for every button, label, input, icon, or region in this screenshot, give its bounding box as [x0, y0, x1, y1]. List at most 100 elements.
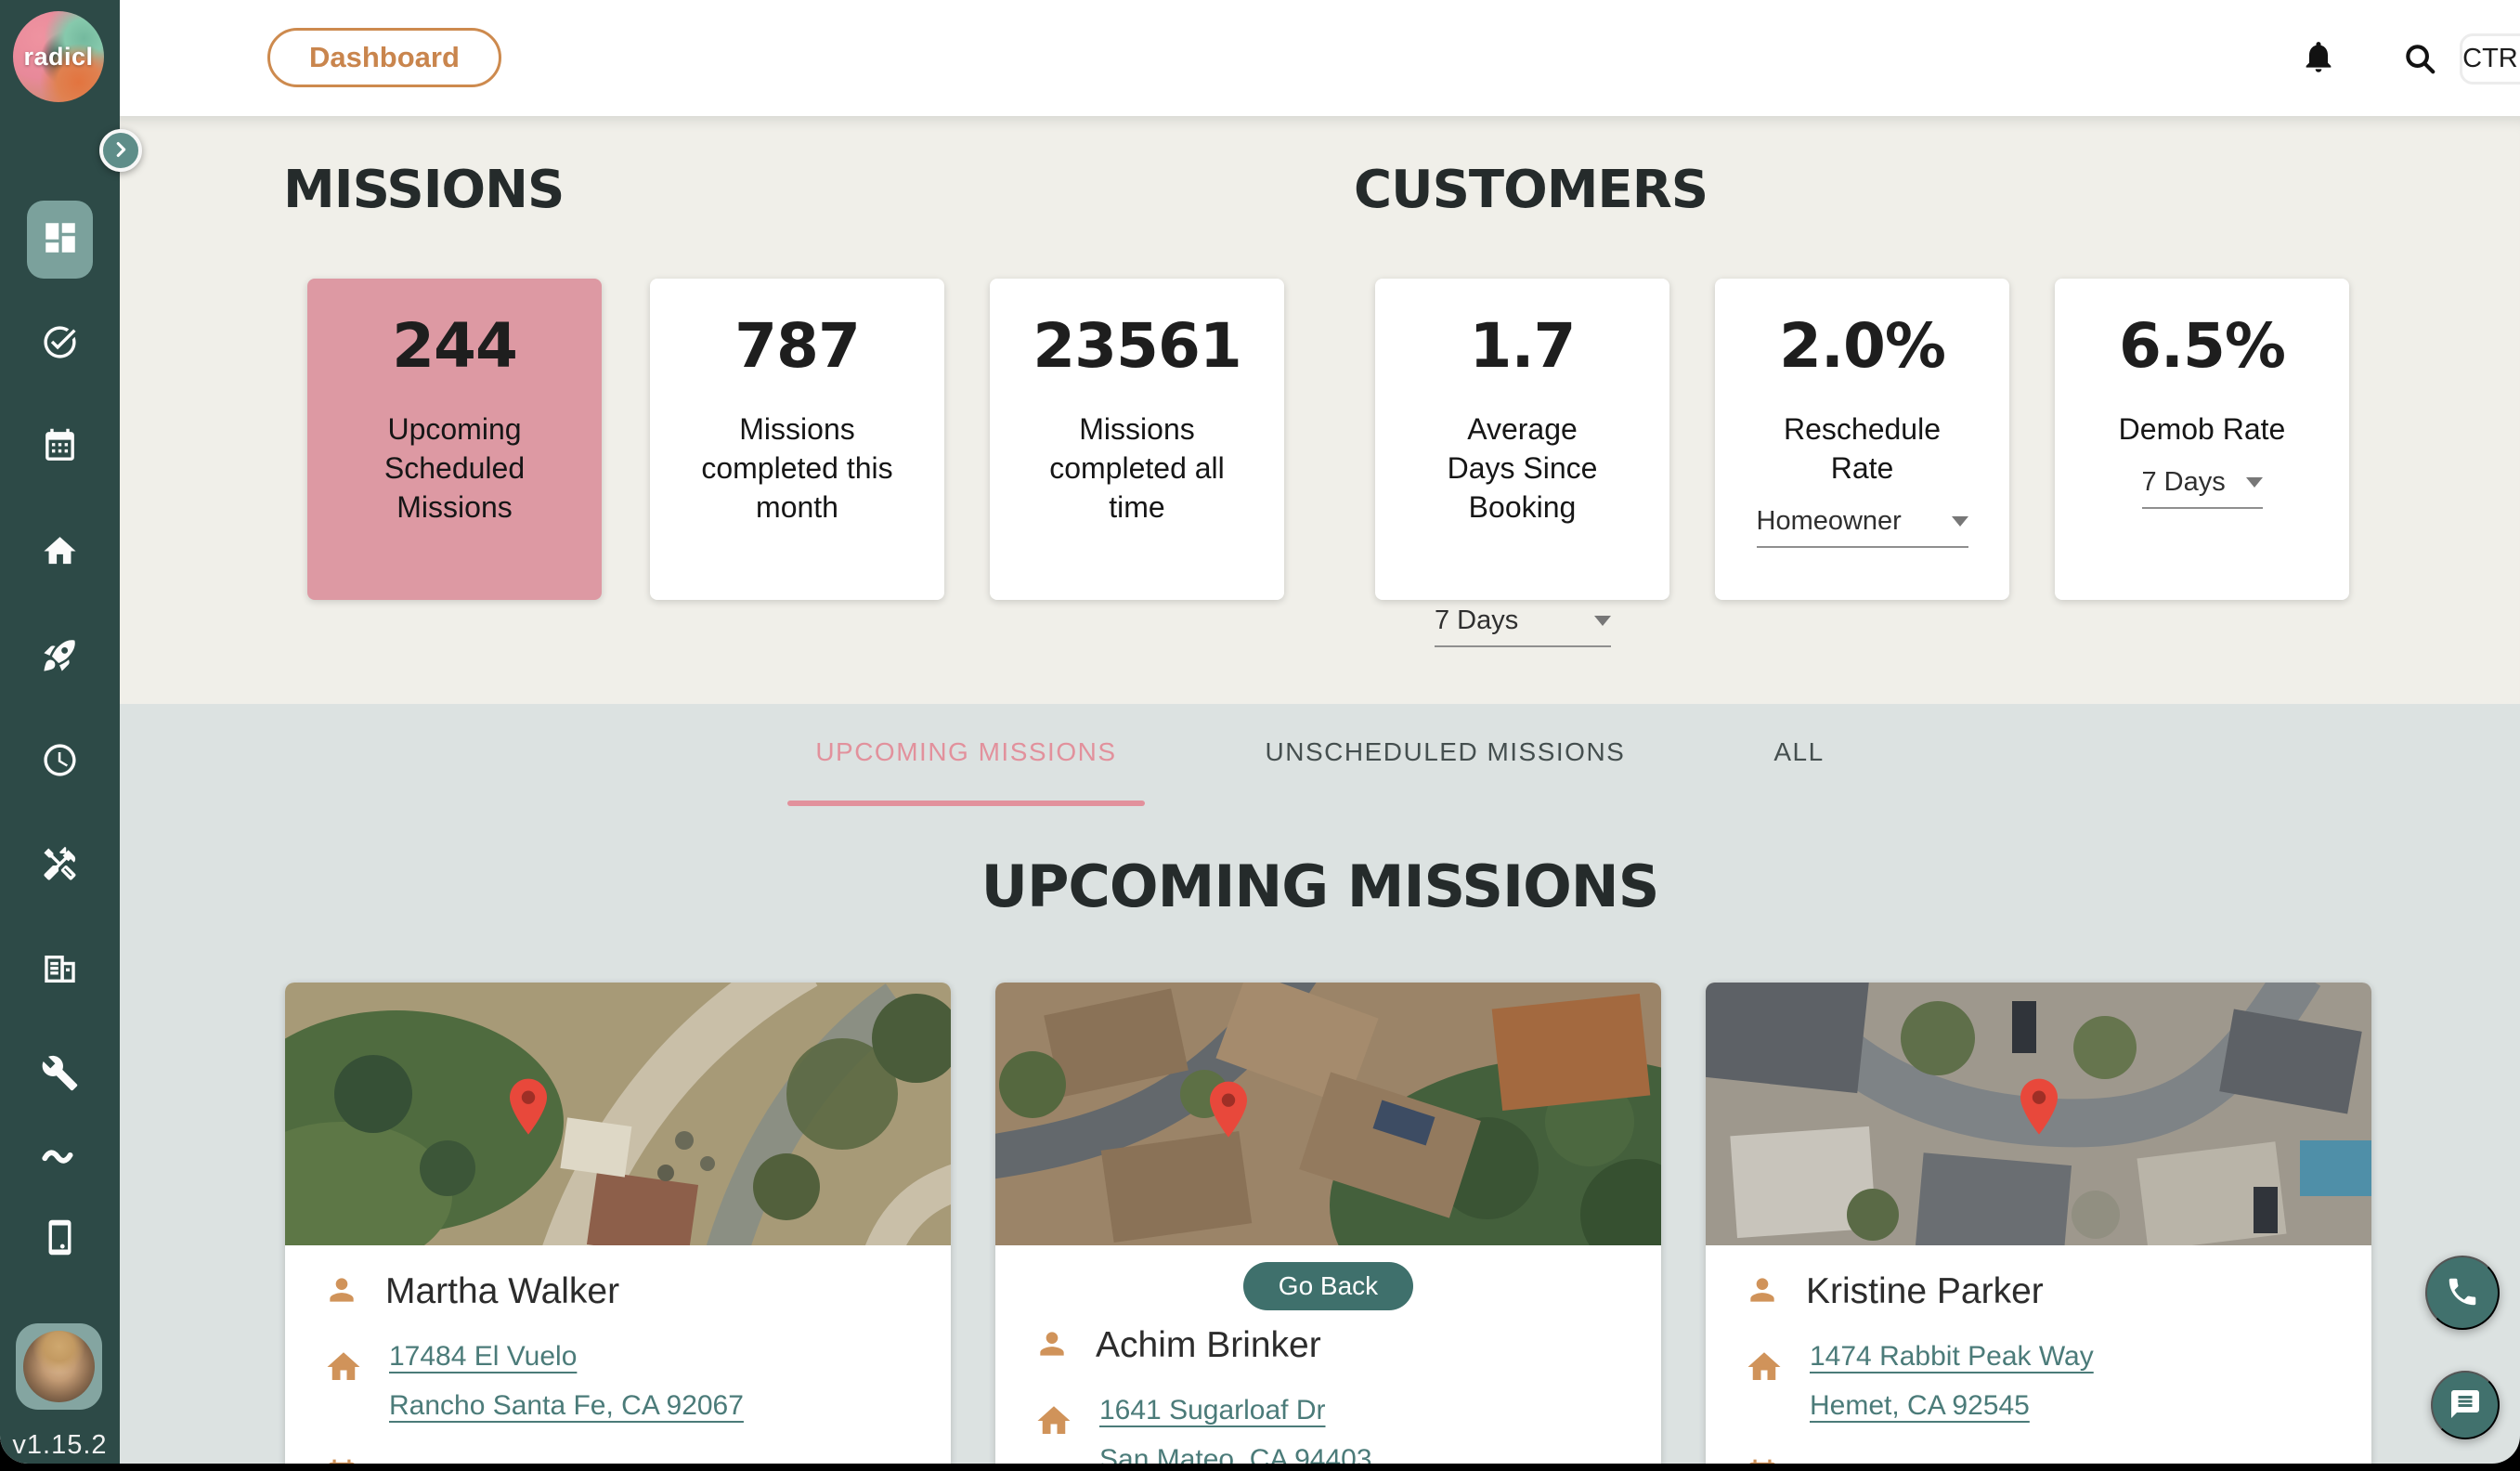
wrench-icon	[41, 1054, 79, 1092]
notifications-bell-icon[interactable]	[2300, 38, 2337, 75]
stat-label: Missions completed all time	[1027, 410, 1247, 527]
calendar-icon	[324, 1458, 359, 1464]
map-thumbnail[interactable]	[285, 983, 951, 1245]
mission-card[interactable]: Go Back Achim Brinker 1641 Sugarloaf Dr …	[995, 983, 1661, 1464]
call-fab-button[interactable]	[2425, 1256, 2500, 1330]
home-icon	[1034, 1401, 1073, 1445]
address-link[interactable]: 17484 El Vuelo Rancho Santa Fe, CA 92067	[389, 1333, 744, 1430]
stat-label: Demob Rate	[2114, 410, 2291, 449]
tab-unscheduled-missions[interactable]: UNSCHEDULED MISSIONS	[1238, 722, 1654, 806]
map-thumbnail[interactable]	[1706, 983, 2371, 1245]
calendar-icon	[1745, 1458, 1780, 1464]
chat-icon	[2449, 1387, 2482, 1424]
user-avatar[interactable]	[16, 1323, 102, 1410]
sidebar-item-home[interactable]	[41, 532, 79, 570]
tab-upcoming-missions[interactable]: UPCOMING MISSIONS	[787, 722, 1144, 806]
stat-label: Upcoming Scheduled Missions	[344, 410, 565, 527]
sidebar-item-tools[interactable]	[41, 845, 79, 883]
calendar-icon	[41, 427, 79, 465]
sidebar-item-tasks[interactable]	[41, 323, 79, 361]
address-link[interactable]: 1474 Rabbit Peak Way Hemet, CA 92545	[1810, 1333, 2094, 1430]
customers-heading: CUSTOMERS	[1354, 160, 1708, 220]
mission-card[interactable]: Martha Walker 17484 El Vuelo Rancho Sant…	[285, 983, 951, 1464]
chevron-right-icon	[110, 139, 131, 163]
sidebar-expand-button[interactable]	[99, 129, 142, 172]
address-line-2[interactable]: Hemet, CA 92545	[1810, 1382, 2094, 1431]
stat-value: 787	[650, 310, 944, 382]
address-line-1[interactable]: 17484 El Vuelo	[389, 1333, 744, 1382]
stat-value: 244	[307, 310, 602, 382]
stat-card-reschedule-rate[interactable]: 2.0% Reschedule Rate Homeowner	[1715, 279, 2009, 600]
missions-tabs: UPCOMING MISSIONS UNSCHEDULED MISSIONS A…	[120, 722, 2520, 806]
stat-label: Missions completed this month	[687, 410, 907, 527]
topbar: Dashboard CTRL + K	[120, 0, 2520, 116]
missions-heading: MISSIONS	[283, 160, 564, 220]
stat-card-demob-rate[interactable]: 6.5% Demob Rate 7 Days	[2055, 279, 2349, 600]
select-value: 7 Days	[1435, 605, 1518, 636]
shortcut-key-ctrl: CTRL	[2460, 33, 2520, 85]
dashboard-grid-icon	[41, 218, 80, 262]
mission-date: Monday, Apr 13, 2026	[385, 1462, 665, 1464]
sidebar-item-calendar[interactable]	[41, 427, 79, 465]
stat-label: Reschedule Rate	[1774, 410, 1951, 488]
home-icon	[41, 532, 79, 570]
customer-name: Kristine Parker	[1806, 1271, 2044, 1312]
person-icon	[1034, 1326, 1070, 1366]
address-line-2[interactable]: San Mateo, CA 94403	[1099, 1436, 1372, 1464]
phone-icon	[2445, 1274, 2480, 1312]
mission-date: Monday, Apr 13, 2026	[1806, 1462, 2085, 1464]
clock-icon	[41, 741, 79, 779]
chevron-down-icon	[2246, 477, 2263, 488]
map-pin-icon	[1206, 1080, 1251, 1139]
app-version: v1.15.2	[0, 1430, 120, 1461]
documents-icon	[41, 950, 79, 988]
address-line-1[interactable]: 1474 Rabbit Peak Way	[1810, 1333, 2094, 1382]
demob-filter-select[interactable]: 7 Days	[2142, 467, 2263, 509]
tab-all[interactable]: ALL	[1746, 722, 1851, 806]
person-icon	[1745, 1272, 1780, 1312]
chat-fab-button[interactable]	[2431, 1371, 2500, 1439]
home-icon	[324, 1347, 363, 1391]
address-line-2[interactable]: Rancho Santa Fe, CA 92067	[389, 1382, 744, 1431]
reschedule-filter-select[interactable]: Homeowner	[1757, 506, 1968, 548]
radicl-logo[interactable]: radicl	[13, 11, 104, 102]
sidebar-item-history[interactable]	[41, 741, 79, 779]
select-value: Homeowner	[1757, 506, 1902, 537]
upcoming-missions-heading: UPCOMING MISSIONS	[120, 853, 2520, 920]
select-value: 7 Days	[2142, 467, 2226, 498]
mission-card[interactable]: Kristine Parker 1474 Rabbit Peak Way Hem…	[1706, 983, 2371, 1464]
sidebar-item-dashboard[interactable]	[27, 201, 93, 279]
customer-name: Achim Brinker	[1096, 1325, 1321, 1366]
sidebar-item-equipment[interactable]	[41, 1054, 79, 1092]
sidebar-item-missions[interactable]	[41, 636, 79, 674]
smartphone-icon	[41, 1218, 79, 1256]
go-back-button[interactable]: Go Back	[1243, 1262, 1413, 1310]
logo-text: radicl	[23, 43, 93, 72]
map-thumbnail[interactable]	[995, 983, 1661, 1245]
stat-card-avg-days[interactable]: 1.7 Average Days Since Booking	[1375, 279, 1669, 600]
sidebar-item-company[interactable]	[41, 950, 79, 988]
avatar-photo	[23, 1331, 95, 1402]
rocket-icon	[41, 636, 79, 674]
map-pin-icon	[2017, 1077, 2061, 1137]
sidebar-item-wave[interactable]	[41, 1143, 79, 1169]
map-pin-icon	[506, 1077, 551, 1137]
stat-card-completed-month[interactable]: 787 Missions completed this month	[650, 279, 944, 600]
handyman-icon	[41, 845, 79, 883]
stat-value: 23561	[990, 310, 1284, 382]
search-icon[interactable]	[2402, 41, 2437, 76]
stat-value: 2.0%	[1715, 310, 2009, 382]
dashboard-button[interactable]: Dashboard	[267, 28, 501, 87]
wave-icon	[41, 1143, 79, 1165]
sidebar-item-mobile[interactable]	[41, 1218, 79, 1256]
person-icon	[324, 1272, 359, 1312]
address-line-1[interactable]: 1641 Sugarloaf Dr	[1099, 1386, 1372, 1436]
stat-card-upcoming-scheduled[interactable]: 244 Upcoming Scheduled Missions	[307, 279, 602, 600]
stat-value: 6.5%	[2055, 310, 2349, 382]
chevron-down-icon	[1952, 516, 1968, 527]
stat-label: Average Days Since Booking	[1435, 410, 1611, 527]
stat-card-completed-alltime[interactable]: 23561 Missions completed all time	[990, 279, 1284, 600]
app-window: radicl	[0, 0, 2520, 1464]
address-link[interactable]: 1641 Sugarloaf Dr San Mateo, CA 94403	[1099, 1386, 1372, 1464]
avg-days-filter-select[interactable]: 7 Days	[1435, 605, 1611, 647]
